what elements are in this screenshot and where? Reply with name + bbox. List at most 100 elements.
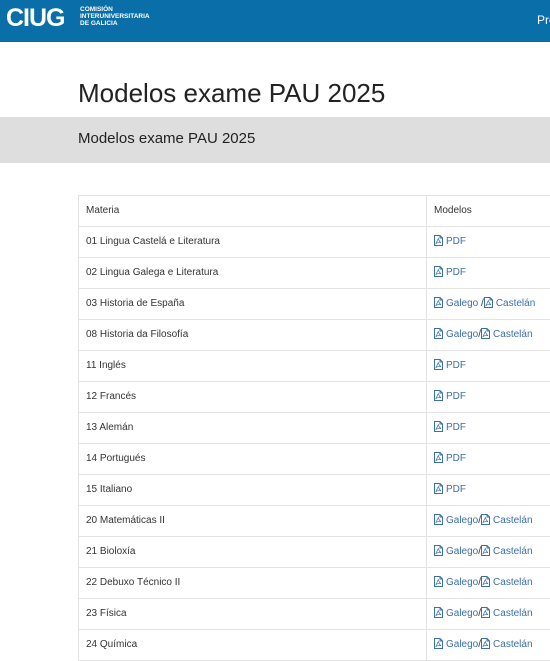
materia-cell: 22 Debuxo Técnico II [79, 568, 427, 598]
pdf-file-icon [434, 607, 443, 618]
table-row: 08 Historia da Filosofía Galego/Castelán [79, 320, 550, 351]
pdf-file-icon [434, 483, 443, 494]
materia-cell: 08 Historia da Filosofía [79, 320, 427, 350]
table-row: 23 Física Galego/Castelán [79, 599, 550, 630]
modelos-cell: Galego / Castelán [428, 289, 550, 319]
materia-cell: 24 Química [79, 630, 427, 660]
pdf-file-icon [434, 421, 443, 432]
table-row: 24 Química Galego/Castelán [79, 630, 550, 661]
pdf-file-icon [434, 328, 443, 339]
page-title: Modelos exame PAU 2025 [78, 78, 386, 108]
materia-cell: 03 Historia de España [79, 289, 427, 319]
download-link-castelán[interactable]: Castelán [481, 328, 533, 340]
materia-cell: 21 Bioloxía [79, 537, 427, 567]
download-link-castelán[interactable]: Castelán [481, 576, 533, 588]
header-modelos: Modelos [434, 205, 472, 216]
download-link-galego[interactable]: Galego [434, 514, 479, 526]
download-link-label: PDF [446, 236, 466, 247]
materia-cell: 20 Matemáticas II [79, 506, 427, 536]
download-link-label: PDF [446, 422, 466, 433]
download-link-galego[interactable]: Galego [434, 638, 479, 650]
pdf-file-icon [481, 514, 491, 525]
download-link-galego[interactable]: Galego [434, 576, 478, 588]
download-link-label: PDF [446, 360, 466, 371]
modelos-cell: PDF [428, 475, 550, 505]
download-link-galego[interactable]: Galego [434, 607, 479, 619]
download-link-label: Galego [446, 329, 479, 340]
header-materia: Materia [79, 196, 427, 226]
modelos-cell: PDF [428, 258, 550, 288]
download-link-castelán[interactable]: Castelán [481, 545, 533, 557]
materia-cell: 02 Lingua Galega e Literatura [79, 258, 427, 288]
top-navbar: CIUG COMISIÓN INTERUNIVERSITARIA DE GALI… [0, 0, 550, 42]
table-row: 12 Francés PDF [79, 382, 550, 413]
download-link-castelán[interactable]: Castelán [481, 638, 533, 650]
pdf-file-icon [481, 328, 491, 339]
download-link-label: Galego [446, 546, 479, 557]
download-link-pdf[interactable]: PDF [434, 266, 466, 278]
materia-cell: 11 Inglés [79, 351, 427, 381]
pdf-file-icon [434, 297, 443, 308]
logo-line: DE GALICIA [80, 20, 118, 27]
download-link-castelán[interactable]: Castelán [481, 514, 533, 526]
models-table: Materia Modelos 01 Lingua Castelá e Lite… [78, 195, 550, 661]
modelos-cell: Galego/Castelán [428, 599, 550, 629]
table-row: 11 Inglés PDF [79, 351, 550, 382]
modelos-cell: PDF [428, 227, 550, 257]
table-row: 21 Bioloxía Galego/Castelán [79, 537, 550, 568]
table-row: 20 Matemáticas II Galego/Castelán [79, 506, 550, 537]
nav-link-partial[interactable]: Pre [537, 13, 550, 27]
pdf-file-icon [434, 359, 443, 370]
download-link-label: Galego [446, 515, 479, 526]
download-link-pdf[interactable]: PDF [434, 359, 466, 371]
materia-cell: 23 Física [79, 599, 427, 629]
download-link-pdf[interactable]: PDF [434, 421, 466, 433]
modelos-cell: PDF [428, 351, 550, 381]
download-link-pdf[interactable]: PDF [434, 452, 466, 464]
section-band: Modelos exame PAU 2025 [0, 117, 550, 163]
pdf-file-icon [434, 266, 443, 277]
table-header-row: Materia Modelos [79, 196, 550, 227]
table-row: 14 Portugués PDF [79, 444, 550, 475]
modelos-cell: Galego/Castelán [428, 506, 550, 536]
logo-mark: CIUG [6, 4, 65, 32]
materia-cell: 15 Italiano [79, 475, 427, 505]
download-link-label: Castelán [493, 608, 533, 619]
logo-line: INTERUNIVERSITARIA [80, 13, 150, 20]
pdf-file-icon [481, 545, 491, 556]
download-link-label: PDF [446, 453, 466, 464]
download-link-label: Castelán [493, 329, 533, 340]
download-link-pdf[interactable]: PDF [434, 235, 466, 247]
pdf-file-icon [434, 235, 443, 246]
download-link-label: PDF [446, 267, 466, 278]
download-link-galego[interactable]: Galego [434, 297, 479, 309]
materia-cell: 12 Francés [79, 382, 427, 412]
modelos-cell: PDF [428, 444, 550, 474]
pdf-file-icon [481, 607, 491, 618]
download-link-label: Galego [446, 608, 479, 619]
pdf-file-icon [481, 576, 491, 587]
download-link-label: Castelán [493, 515, 533, 526]
pdf-file-icon [483, 297, 493, 308]
download-link-pdf[interactable]: PDF [434, 483, 466, 495]
download-link-galego[interactable]: Galego [434, 545, 479, 557]
download-link-castelán[interactable]: Castelán [481, 607, 533, 619]
materia-cell: 13 Alemán [79, 413, 427, 443]
download-link-galego[interactable]: Galego [434, 328, 479, 340]
download-link-pdf[interactable]: PDF [434, 390, 466, 402]
modelos-cell: Galego/Castelán [428, 537, 550, 567]
download-link-castelán[interactable]: Castelán [483, 297, 535, 309]
modelos-cell: PDF [428, 382, 550, 412]
table-row: 02 Lingua Galega e Literatura PDF [79, 258, 550, 289]
download-link-label: Galego [446, 298, 479, 309]
table-row: 01 Lingua Castelá e Literatura PDF [79, 227, 550, 258]
download-link-label: Castelán [493, 546, 533, 557]
materia-cell: 14 Portugués [79, 444, 427, 474]
pdf-file-icon [434, 576, 443, 587]
modelos-cell: Galego/Castelán [428, 568, 550, 598]
logo-text: COMISIÓN INTERUNIVERSITARIA DE GALICIA [80, 6, 170, 27]
download-link-label: Galego [446, 639, 479, 650]
pdf-file-icon [434, 452, 443, 463]
logo-line: COMISIÓN [80, 6, 113, 13]
pdf-file-icon [434, 390, 443, 401]
